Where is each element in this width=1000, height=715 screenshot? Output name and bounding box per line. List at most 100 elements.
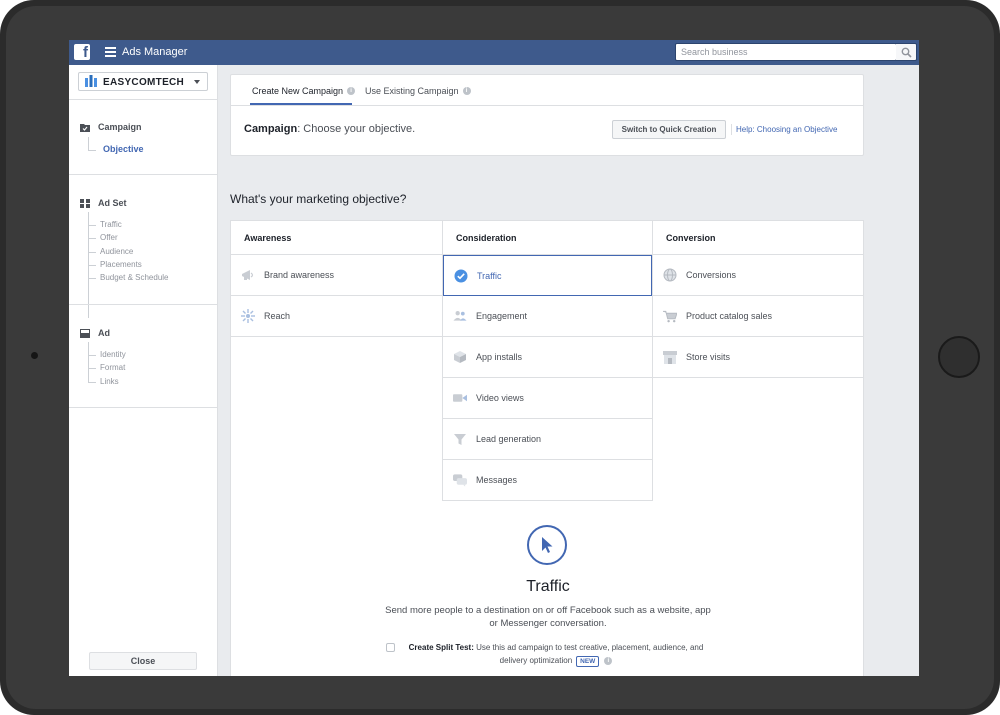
app-title[interactable]: Ads Manager <box>122 46 187 58</box>
sidebar-item-placements[interactable]: Placements <box>100 260 142 269</box>
people-icon <box>453 311 467 321</box>
objective-card: Awareness Brand awareness Reach Consider… <box>230 220 864 676</box>
tree-line <box>88 150 96 151</box>
top-bar: f Ads Manager Search business <box>69 40 919 65</box>
tab-create-new-campaign[interactable]: Create New Campaign i <box>252 86 356 96</box>
column-header: Consideration <box>443 221 652 255</box>
column-header: Awareness <box>231 221 442 255</box>
megaphone-icon <box>242 270 254 280</box>
divider <box>731 124 732 135</box>
main-content: Create New Campaign i Use Existing Campa… <box>218 65 919 676</box>
sidebar-item-identity[interactable]: Identity <box>100 350 126 359</box>
objective-label: Video views <box>476 393 524 403</box>
account-logo-icon <box>85 75 97 87</box>
divider <box>69 99 218 100</box>
info-icon[interactable]: i <box>462 87 471 95</box>
chevron-down-icon <box>194 80 200 84</box>
campaign-heading: Campaign: Choose your objective. <box>244 123 415 135</box>
objective-detail-title: Traffic <box>526 578 570 595</box>
tab-label: Create New Campaign <box>252 86 344 96</box>
objective-label: Traffic <box>477 270 502 281</box>
objective-store-visits[interactable]: Store visits <box>653 337 864 378</box>
tree-line <box>88 368 96 369</box>
objective-label: Engagement <box>476 311 528 321</box>
column-header: Conversion <box>653 221 864 255</box>
column-awareness: Awareness Brand awareness Reach <box>231 221 442 337</box>
search-button[interactable] <box>896 43 917 61</box>
video-camera-icon <box>453 394 467 402</box>
sidebar-item-objective[interactable]: Objective <box>103 144 144 154</box>
cursor-circle-icon <box>527 525 567 565</box>
facebook-logo-icon[interactable]: f <box>74 44 90 60</box>
sidebar: EASYCOMTECH Campaign Objective Ad Set Tr… <box>69 65 218 676</box>
search-input[interactable]: Search business <box>675 43 897 61</box>
tree-line <box>88 265 96 266</box>
divider <box>231 105 863 106</box>
objective-traffic[interactable]: Traffic <box>443 255 652 296</box>
tree-line <box>88 382 96 383</box>
shopping-cart-icon <box>663 310 677 322</box>
tree-line <box>88 278 96 279</box>
help-choosing-objective-link[interactable]: Help: Choosing an Objective <box>736 125 837 134</box>
close-button[interactable]: Close <box>89 652 197 670</box>
objective-detail-description: Send more people to a destination on or … <box>385 605 711 629</box>
new-badge: NEW <box>576 656 600 667</box>
divider <box>69 174 218 175</box>
folder-check-icon <box>80 123 90 132</box>
screen: f Ads Manager Search business EASYCOMTEC… <box>69 40 919 676</box>
sidebar-item-budget-schedule[interactable]: Budget & Schedule <box>100 273 169 282</box>
column-conversion: Conversion Conversions Product catalog s… <box>653 221 864 378</box>
objective-engagement[interactable]: Engagement <box>443 296 652 337</box>
switch-to-quick-creation-button[interactable]: Switch to Quick Creation <box>612 120 726 139</box>
account-select[interactable]: EASYCOMTECH <box>78 72 208 91</box>
tree-line <box>88 238 96 239</box>
info-icon[interactable]: i <box>604 656 613 665</box>
objective-label: Lead generation <box>476 434 542 444</box>
globe-icon <box>663 268 677 282</box>
sidebar-item-traffic[interactable]: Traffic <box>100 220 122 229</box>
objective-label: Reach <box>264 311 291 321</box>
sidebar-item-offer[interactable]: Offer <box>100 233 118 242</box>
tree-line <box>88 355 96 356</box>
chat-bubbles-icon <box>453 473 467 487</box>
tablet-frame: f Ads Manager Search business EASYCOMTEC… <box>0 0 1000 715</box>
objective-label: Messages <box>476 475 518 485</box>
sidebar-section-campaign[interactable]: Campaign <box>80 122 142 132</box>
divider <box>69 304 218 305</box>
divider <box>69 407 218 408</box>
menu-icon[interactable] <box>105 47 116 57</box>
objective-video-views[interactable]: Video views <box>443 378 652 419</box>
tree-line <box>88 252 96 253</box>
objective-label: Brand awareness <box>264 270 335 280</box>
objective-conversions[interactable]: Conversions <box>653 255 864 296</box>
split-test-checkbox[interactable] <box>386 643 395 652</box>
tab-label: Use Existing Campaign <box>365 86 459 96</box>
objective-lead-generation[interactable]: Lead generation <box>443 419 652 460</box>
objective-product-catalog-sales[interactable]: Product catalog sales <box>653 296 864 337</box>
objective-label: Store visits <box>686 352 731 362</box>
objective-messages[interactable]: Messages <box>443 460 652 501</box>
objective-brand-awareness[interactable]: Brand awareness <box>231 255 442 296</box>
objective-label: Product catalog sales <box>686 311 773 321</box>
objective-app-installs[interactable]: App installs <box>443 337 652 378</box>
campaign-heading-label: Campaign <box>244 123 298 135</box>
info-icon[interactable]: i <box>347 87 356 95</box>
reach-icon <box>241 309 255 323</box>
tree-line <box>88 225 96 226</box>
sidebar-section-label: Campaign <box>98 122 142 132</box>
tab-use-existing-campaign[interactable]: Use Existing Campaign i <box>365 86 471 96</box>
sidebar-item-format[interactable]: Format <box>100 363 125 372</box>
column-consideration: Consideration Traffic Engagement App ins… <box>442 221 653 501</box>
check-circle-icon <box>454 269 468 282</box>
sidebar-item-links[interactable]: Links <box>100 377 119 386</box>
home-button[interactable] <box>938 336 980 378</box>
ad-icon <box>80 328 90 338</box>
objective-question: What's your marketing objective? <box>230 192 407 206</box>
search-icon <box>901 47 912 58</box>
objective-label: Conversions <box>686 270 737 280</box>
sidebar-section-ad[interactable]: Ad <box>80 328 110 338</box>
objective-reach[interactable]: Reach <box>231 296 442 337</box>
grid-icon <box>80 198 90 208</box>
sidebar-section-ad-set[interactable]: Ad Set <box>80 198 127 208</box>
sidebar-item-audience[interactable]: Audience <box>100 247 133 256</box>
